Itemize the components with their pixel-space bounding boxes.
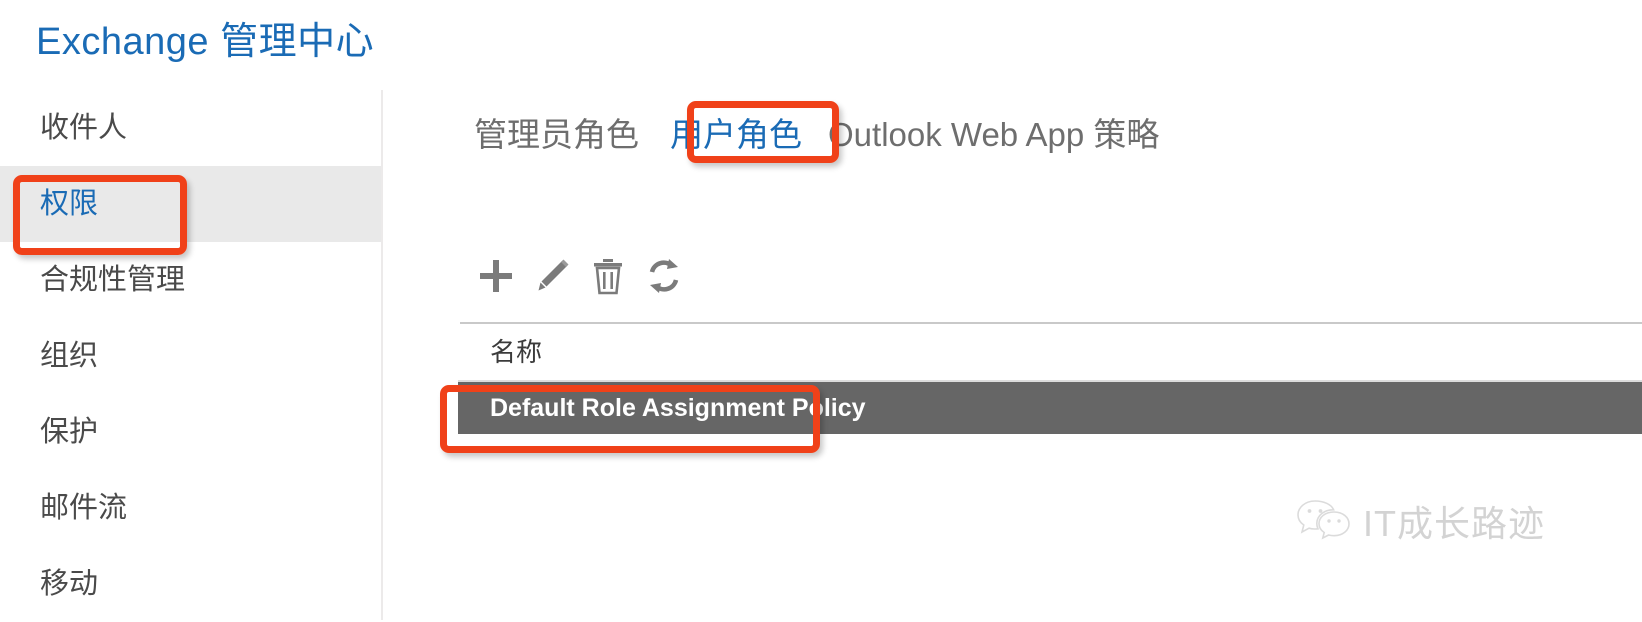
tab-user-roles[interactable]: 用户角色 xyxy=(658,108,828,156)
delete-button[interactable] xyxy=(582,250,634,302)
table-column-header-name[interactable]: 名称 xyxy=(458,324,1642,380)
tab-label: 管理员角色 xyxy=(474,116,639,153)
tab-label: 用户角色 xyxy=(670,116,802,153)
tab-label: Outlook Web App 策略 xyxy=(828,116,1160,153)
trash-icon xyxy=(591,257,625,295)
add-button[interactable] xyxy=(470,250,522,302)
sidebar-item-protection[interactable]: 保护 xyxy=(0,394,381,470)
toolbar xyxy=(470,250,694,302)
sidebar: 收件人 权限 合规性管理 组织 保护 邮件流 移动 xyxy=(0,90,383,620)
table-cell-name: Default Role Assignment Policy xyxy=(490,394,866,422)
sidebar-item-label: 权限 xyxy=(40,188,99,220)
sidebar-item-compliance-management[interactable]: 合规性管理 xyxy=(0,242,381,318)
sidebar-item-label: 移动 xyxy=(40,568,99,600)
sidebar-item-recipients[interactable]: 收件人 xyxy=(0,90,381,166)
sidebar-item-label: 收件人 xyxy=(40,112,128,144)
tab-admin-roles[interactable]: 管理员角色 xyxy=(474,108,658,156)
sidebar-item-mobile[interactable]: 移动 xyxy=(0,546,381,622)
sidebar-item-label: 保护 xyxy=(40,416,99,448)
main-content: 管理员角色 用户角色 Outlook Web App 策略 名称 Default… xyxy=(385,90,1642,620)
pencil-icon xyxy=(533,257,571,295)
sidebar-item-mail-flow[interactable]: 邮件流 xyxy=(0,470,381,546)
tab-outlook-web-app-policy[interactable]: Outlook Web App 策略 xyxy=(828,108,1178,156)
roles-table: 名称 Default Role Assignment Policy xyxy=(458,322,1642,434)
sidebar-item-organization[interactable]: 组织 xyxy=(0,318,381,394)
page-title: Exchange 管理中心 xyxy=(36,21,375,63)
plus-icon xyxy=(476,256,516,296)
sidebar-item-label: 组织 xyxy=(40,340,99,372)
sidebar-item-label: 邮件流 xyxy=(40,492,128,524)
refresh-icon xyxy=(645,257,683,295)
edit-button[interactable] xyxy=(526,250,578,302)
sidebar-item-label: 合规性管理 xyxy=(40,264,186,296)
column-header-label: 名称 xyxy=(490,337,543,367)
table-row[interactable]: Default Role Assignment Policy xyxy=(458,382,1642,434)
refresh-button[interactable] xyxy=(638,250,690,302)
sidebar-item-permissions[interactable]: 权限 xyxy=(0,166,381,242)
tab-bar: 管理员角色 用户角色 Outlook Web App 策略 xyxy=(474,108,1178,156)
